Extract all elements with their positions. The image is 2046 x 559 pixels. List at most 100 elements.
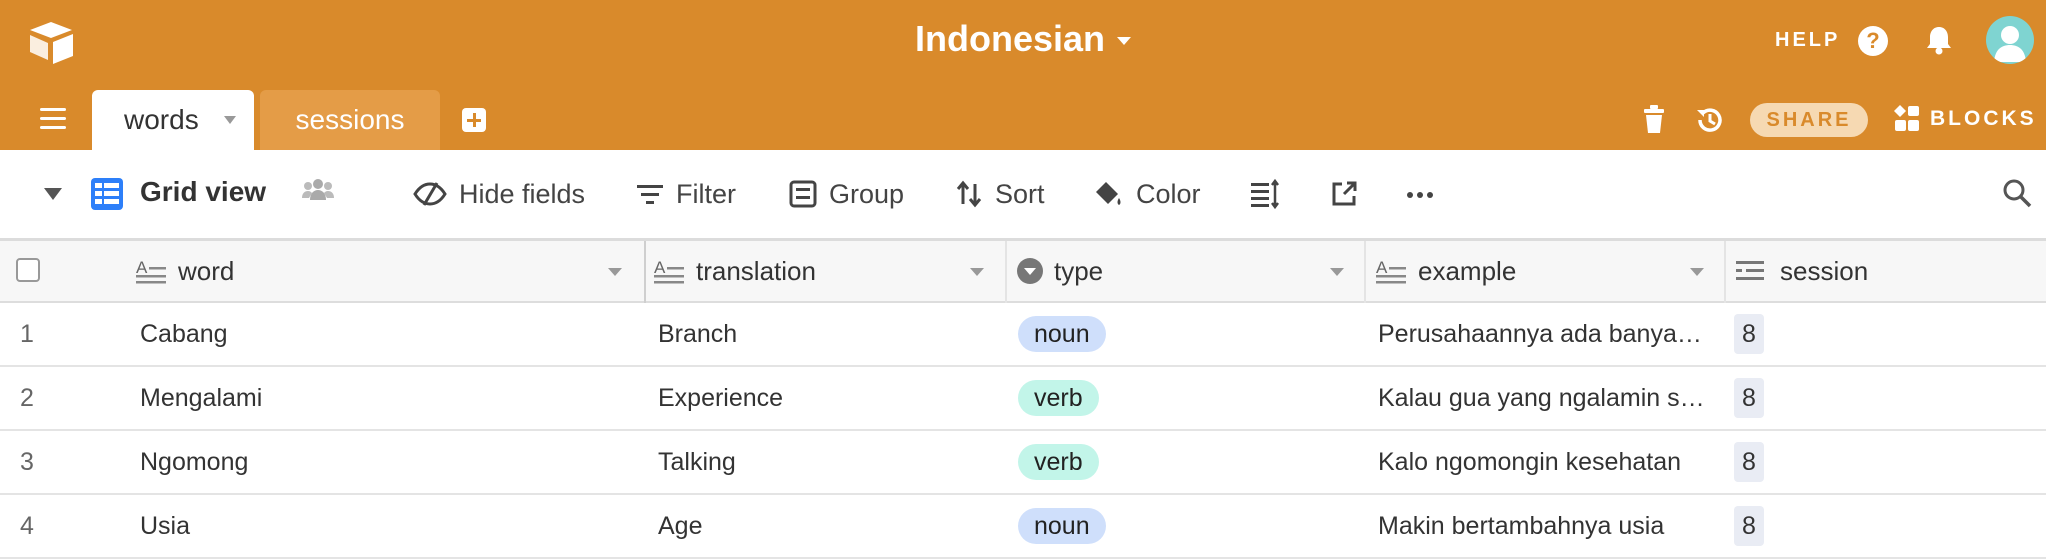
group-button[interactable]: Group — [789, 176, 904, 212]
linked-record-chip[interactable]: 8 — [1734, 314, 1764, 354]
linked-record-chip[interactable]: 8 — [1734, 506, 1764, 546]
type-tag: noun — [1018, 508, 1106, 544]
grid-view-icon[interactable] — [90, 177, 124, 211]
cell-word[interactable]: Cabang — [140, 303, 630, 365]
cell-word[interactable]: Mengalami — [140, 367, 630, 429]
cell-example[interactable]: Kalo ngomongin kesehatan — [1378, 431, 1705, 493]
row-number: 3 — [20, 448, 34, 476]
table-row[interactable]: 1 Cabang Branch noun Perusahaannya ada b… — [0, 303, 2046, 367]
cell-word[interactable]: Usia — [140, 495, 630, 557]
row-number: 1 — [20, 320, 34, 348]
help-icon[interactable]: ? — [1858, 26, 1888, 56]
menu-icon[interactable] — [40, 108, 66, 130]
group-label: Group — [829, 178, 905, 209]
chevron-down-icon[interactable] — [970, 268, 984, 276]
chevron-down-icon[interactable] — [44, 188, 62, 200]
chevron-down-icon — [1117, 37, 1132, 46]
text-field-icon: A — [654, 258, 684, 284]
sort-icon — [956, 180, 982, 208]
type-tag: noun — [1018, 316, 1106, 352]
sort-label: Sort — [995, 178, 1045, 209]
color-button[interactable]: Color — [1092, 176, 1201, 212]
table-row[interactable]: 2 Mengalami Experience verb Kalau gua ya… — [0, 367, 2046, 431]
row-number: 4 — [20, 512, 34, 540]
eye-slash-icon — [413, 182, 447, 206]
type-tag: verb — [1018, 380, 1099, 416]
hide-fields-button[interactable]: Hide fields — [413, 176, 585, 212]
more-icon[interactable] — [1406, 191, 1434, 199]
column-header-translation[interactable]: A translation — [654, 241, 1006, 301]
top-bar: Indonesian HELP ? words sessions SHARE B… — [0, 0, 2046, 150]
cell-translation[interactable]: Age — [658, 495, 993, 557]
table-row[interactable]: 4 Usia Age noun Makin bertambahnya usia … — [0, 495, 2046, 559]
row-height-icon[interactable] — [1250, 176, 1280, 212]
svg-text:A: A — [654, 258, 666, 277]
grid-header: A word A translation type A example sess… — [0, 241, 2046, 303]
hide-fields-label: Hide fields — [459, 178, 586, 209]
column-header-session[interactable]: session — [1736, 241, 2046, 301]
linked-record-chip[interactable]: 8 — [1734, 442, 1764, 482]
column-header-word[interactable]: A word — [136, 241, 644, 301]
view-name[interactable]: Grid view — [140, 176, 266, 208]
avatar[interactable] — [1986, 16, 2034, 64]
chevron-down-icon[interactable] — [608, 268, 622, 276]
column-label: session — [1780, 255, 1869, 286]
search-icon[interactable] — [2002, 178, 2032, 208]
text-field-icon: A — [136, 258, 166, 284]
chevron-down-icon[interactable] — [1690, 268, 1704, 276]
add-table-icon[interactable] — [462, 108, 486, 132]
share-button[interactable]: SHARE — [1750, 103, 1868, 137]
group-icon — [789, 180, 817, 208]
history-icon[interactable] — [1694, 104, 1726, 136]
cell-translation[interactable]: Branch — [658, 303, 993, 365]
column-label: word — [178, 255, 235, 286]
column-header-example[interactable]: A example — [1376, 241, 1726, 301]
view-toolbar: Grid view Hide fields Filter Group Sort — [0, 150, 2046, 241]
column-label: example — [1418, 255, 1517, 286]
cell-type[interactable]: noun — [1018, 495, 1353, 557]
cell-translation[interactable]: Experience — [658, 367, 993, 429]
trash-icon[interactable] — [1643, 104, 1665, 134]
blocks-icon[interactable] — [1893, 104, 1921, 134]
cell-example[interactable]: Makin bertambahnya usia — [1378, 495, 1705, 557]
paint-bucket-icon — [1096, 182, 1121, 205]
tab-label: words — [124, 104, 199, 135]
share-view-icon[interactable] — [1330, 176, 1358, 212]
linked-record-chip[interactable]: 8 — [1734, 378, 1764, 418]
cell-example[interactable]: Kalau gua yang ngalamin sendiri — [1378, 367, 1705, 429]
table-row[interactable]: 3 Ngomong Talking verb Kalo ngomongin ke… — [0, 431, 2046, 495]
sort-button[interactable]: Sort — [955, 176, 1045, 212]
filter-icon — [637, 185, 663, 204]
cell-session[interactable]: 8 — [1734, 431, 2034, 493]
cell-translation[interactable]: Talking — [658, 431, 993, 493]
cell-word[interactable]: Ngomong — [140, 431, 630, 493]
blocks-button[interactable]: BLOCKS — [1930, 107, 2037, 131]
type-tag: verb — [1018, 444, 1099, 480]
people-icon[interactable] — [301, 176, 335, 204]
long-text-icon: A — [1376, 258, 1406, 284]
chevron-down-icon[interactable] — [1330, 268, 1344, 276]
column-label: type — [1054, 255, 1104, 286]
tab-words[interactable]: words — [92, 90, 254, 150]
cell-type[interactable]: verb — [1018, 367, 1353, 429]
tab-label: sessions — [295, 104, 405, 135]
column-header-type[interactable]: type — [1016, 241, 1366, 301]
help-link[interactable]: HELP — [1775, 29, 1840, 52]
chevron-down-icon[interactable] — [224, 116, 236, 124]
base-title[interactable]: Indonesian — [0, 18, 2046, 60]
column-label: translation — [696, 255, 816, 286]
tab-sessions[interactable]: sessions — [260, 90, 440, 150]
cell-session[interactable]: 8 — [1734, 303, 2034, 365]
cell-type[interactable]: noun — [1018, 303, 1353, 365]
cell-session[interactable]: 8 — [1734, 367, 2034, 429]
cell-example[interactable]: Perusahaannya ada banyak cabang — [1378, 303, 1705, 365]
single-select-icon — [1017, 258, 1043, 284]
filter-button[interactable]: Filter — [636, 176, 736, 212]
row-number: 2 — [20, 384, 34, 412]
filter-label: Filter — [676, 178, 736, 209]
cell-session[interactable]: 8 — [1734, 495, 2034, 557]
user-icon — [1994, 26, 2026, 62]
cell-type[interactable]: verb — [1018, 431, 1353, 493]
bell-icon[interactable] — [1924, 24, 1954, 56]
select-all-checkbox[interactable] — [16, 258, 40, 282]
